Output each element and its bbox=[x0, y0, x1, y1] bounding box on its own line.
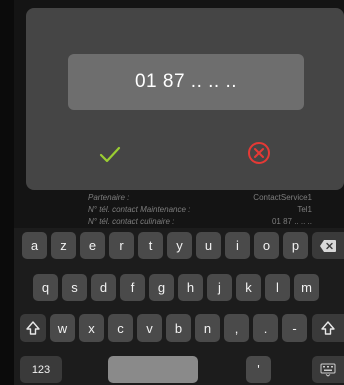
hide-keyboard-key[interactable] bbox=[312, 356, 344, 383]
key-p[interactable]: p bbox=[283, 232, 308, 259]
key-f[interactable]: f bbox=[120, 274, 145, 301]
backspace-icon bbox=[320, 239, 336, 252]
shift-key-right[interactable] bbox=[312, 314, 344, 342]
phone-entry-dialog: 01 87 .. .. .. bbox=[26, 8, 344, 190]
info-label: Partenaire : bbox=[88, 193, 130, 202]
key-s[interactable]: s bbox=[62, 274, 87, 301]
info-value: 01 87 .. .. .. bbox=[271, 217, 312, 226]
numbers-key[interactable]: 123 bbox=[20, 356, 62, 383]
shift-icon bbox=[321, 321, 335, 335]
key-j[interactable]: j bbox=[207, 274, 232, 301]
key-apostrophe[interactable]: ' bbox=[246, 356, 271, 383]
key-w[interactable]: w bbox=[50, 314, 75, 342]
key-period[interactable]: . bbox=[253, 314, 278, 342]
key-z[interactable]: z bbox=[51, 232, 76, 259]
info-row-maintenance: N° tél. contact Maintenance : Tel1 bbox=[88, 204, 312, 215]
key-q[interactable]: q bbox=[33, 274, 58, 301]
key-v[interactable]: v bbox=[137, 314, 162, 342]
key-y[interactable]: y bbox=[167, 232, 192, 259]
shift-icon bbox=[26, 321, 40, 335]
key-t[interactable]: t bbox=[138, 232, 163, 259]
key-hyphen[interactable]: - bbox=[282, 314, 307, 342]
on-screen-keyboard: a z e r t y u i o p q s d f g h j k l m … bbox=[14, 228, 344, 385]
checkmark-icon bbox=[99, 146, 121, 163]
key-o[interactable]: o bbox=[254, 232, 279, 259]
info-value: ContactService1 bbox=[253, 193, 312, 202]
info-label: N° tél. contact culinaire : bbox=[88, 217, 175, 226]
key-comma[interactable]: , bbox=[224, 314, 249, 342]
key-n[interactable]: n bbox=[195, 314, 220, 342]
key-h[interactable]: h bbox=[178, 274, 203, 301]
key-l[interactable]: l bbox=[265, 274, 290, 301]
key-u[interactable]: u bbox=[196, 232, 221, 259]
key-a[interactable]: a bbox=[22, 232, 47, 259]
key-k[interactable]: k bbox=[236, 274, 261, 301]
key-x[interactable]: x bbox=[79, 314, 104, 342]
info-value: Tel1 bbox=[297, 205, 312, 214]
key-e[interactable]: e bbox=[80, 232, 105, 259]
info-row-partner: Partenaire : ContactService1 bbox=[88, 192, 312, 203]
phone-number-field[interactable]: 01 87 .. .. .. bbox=[68, 54, 304, 110]
cancel-button[interactable] bbox=[246, 140, 272, 166]
key-b[interactable]: b bbox=[166, 314, 191, 342]
backspace-key[interactable] bbox=[312, 232, 344, 259]
key-d[interactable]: d bbox=[91, 274, 116, 301]
keyboard-hide-icon bbox=[320, 363, 336, 377]
key-g[interactable]: g bbox=[149, 274, 174, 301]
info-row-culinary: N° tél. contact culinaire : 01 87 .. .. … bbox=[88, 216, 312, 227]
key-m[interactable]: m bbox=[294, 274, 319, 301]
key-r[interactable]: r bbox=[109, 232, 134, 259]
space-bar[interactable] bbox=[108, 356, 198, 383]
confirm-button[interactable] bbox=[96, 142, 124, 166]
info-label: N° tél. contact Maintenance : bbox=[88, 205, 191, 214]
key-c[interactable]: c bbox=[108, 314, 133, 342]
left-edge-strip bbox=[0, 0, 14, 385]
shift-key-left[interactable] bbox=[20, 314, 46, 342]
key-i[interactable]: i bbox=[225, 232, 250, 259]
cancel-circle-icon bbox=[248, 142, 270, 164]
